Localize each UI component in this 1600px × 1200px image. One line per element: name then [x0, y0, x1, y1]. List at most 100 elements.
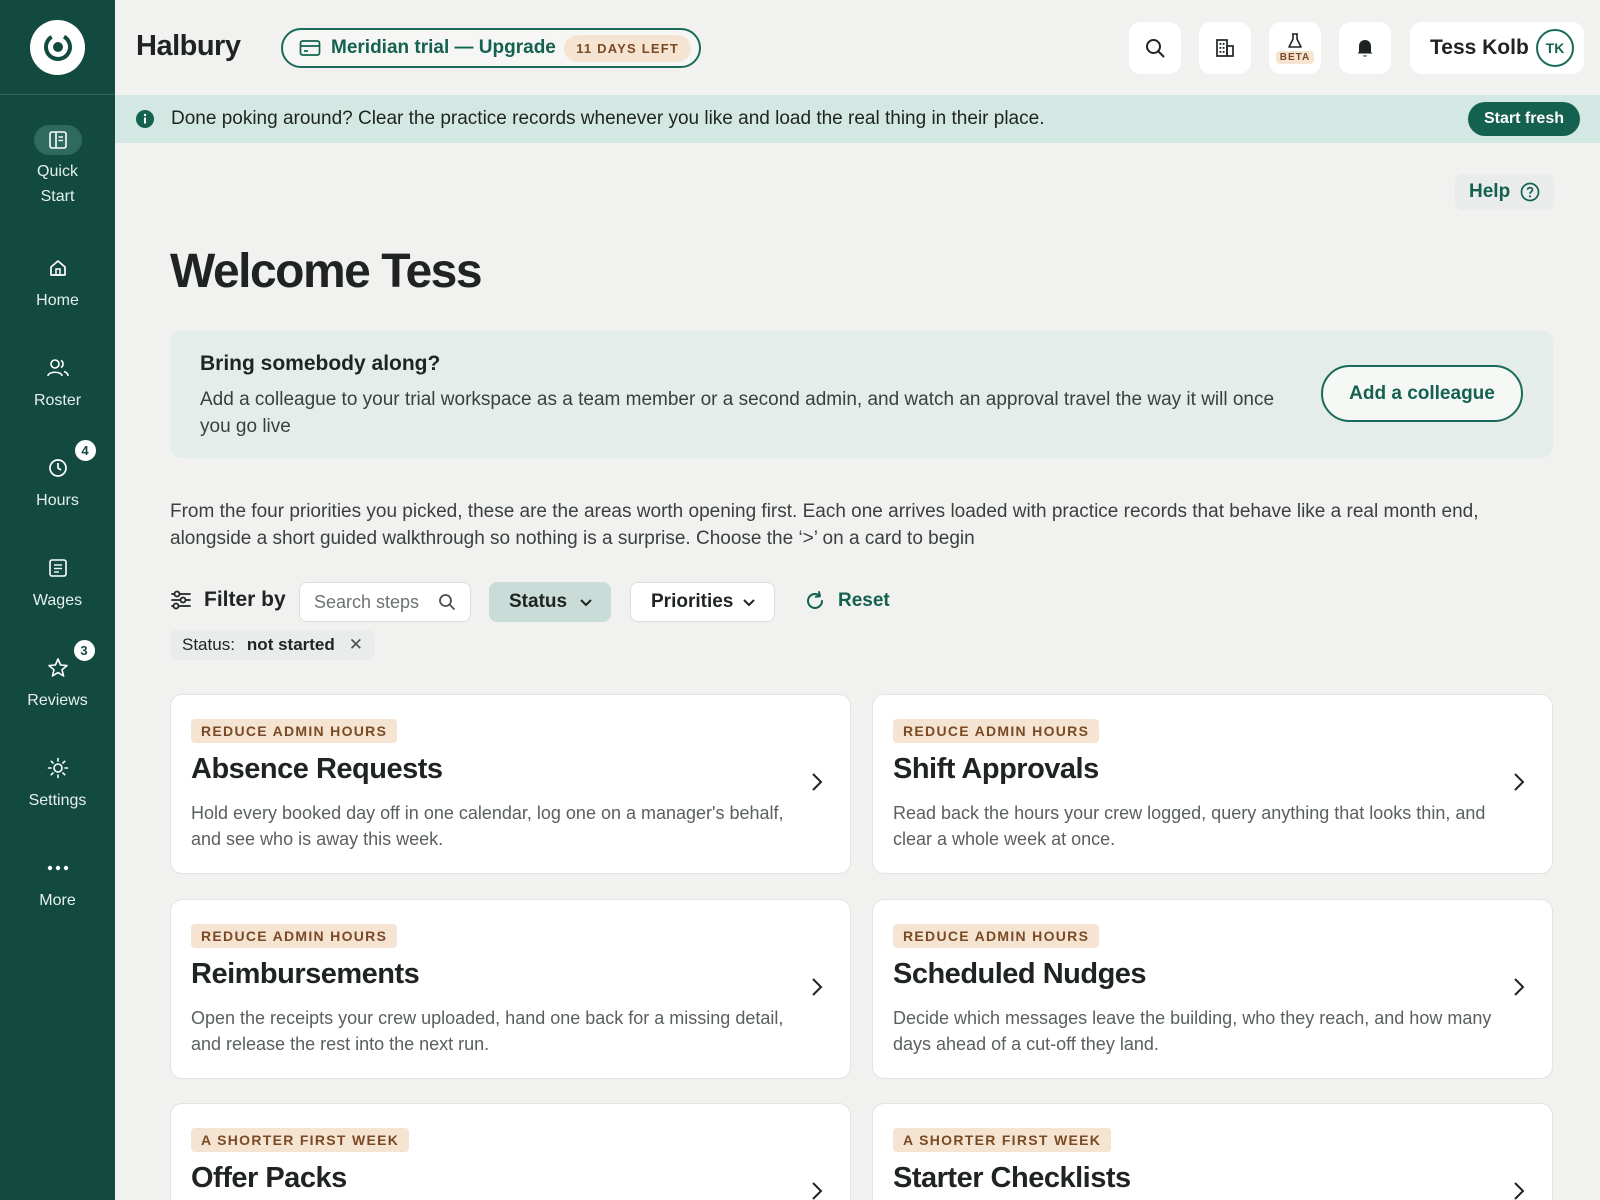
clock-icon: 4: [47, 438, 98, 484]
chevron-right-icon[interactable]: [810, 976, 824, 998]
sidebar-item-reviews[interactable]: 3 Reviews: [0, 638, 115, 713]
chevron-right-icon[interactable]: [1512, 1180, 1526, 1200]
sidebar-item-label: Wages: [32, 592, 83, 609]
beta-labs-button[interactable]: BETA: [1269, 22, 1321, 74]
building-icon: [1216, 39, 1234, 57]
chip-value: not started: [246, 635, 335, 654]
card-title: Starter Checklists: [893, 1162, 1131, 1194]
priorities-dropdown-label: Priorities: [651, 591, 734, 612]
sun-gear-icon: [46, 752, 70, 784]
sliders-icon: [171, 590, 191, 610]
chevron-down-icon: [743, 599, 755, 607]
step-card[interactable]: REDUCE ADMIN HOURS Scheduled Nudges Deci…: [872, 899, 1553, 1079]
remove-filter-close-icon[interactable]: ✕: [349, 635, 363, 655]
sidebar-item-home[interactable]: Home: [0, 252, 115, 313]
sidebar-item-more[interactable]: More: [0, 852, 115, 913]
invite-body: Add a colleague to your trial workspace …: [200, 389, 1275, 437]
chevron-down-icon: [580, 599, 592, 607]
card-description: Hold every booked day off in one calenda…: [191, 803, 784, 849]
chevron-right-icon[interactable]: [1512, 976, 1526, 998]
trial-upgrade-pill[interactable]: Meridian trial — Upgrade 11 DAYS LEFT: [281, 28, 701, 68]
search-icon: [439, 594, 455, 610]
sidebar-item-quick-start[interactable]: Quick Start: [0, 125, 115, 209]
invite-colleague-card: Bring somebody along? Add a colleague to…: [170, 330, 1553, 458]
card-tag: REDUCE ADMIN HOURS: [191, 924, 398, 948]
card-description: Open the receipts your crew uploaded, ha…: [191, 1008, 784, 1054]
logo-mark-icon: [43, 33, 72, 61]
notifications-button[interactable]: [1339, 22, 1391, 74]
home-icon: [47, 252, 69, 284]
bell-icon: [1357, 40, 1373, 57]
reviews-badge: 3: [71, 638, 97, 663]
sidebar-item-label: Home: [36, 292, 79, 309]
chip-key: Status:: [182, 635, 235, 654]
sidebar-item-label: Hours: [36, 492, 79, 509]
refresh-icon: [807, 591, 823, 609]
user-name: Tess Kolb: [1430, 36, 1529, 59]
search-button[interactable]: [1129, 22, 1181, 74]
trial-upgrade-label: Meridian trial — Upgrade: [331, 37, 556, 58]
sidebar-item-hours[interactable]: 4 Hours: [0, 438, 115, 513]
filter-by-label: Filter by: [170, 588, 286, 612]
hours-badge: 4: [72, 438, 98, 463]
card-description: Read back the hours your crew logged, qu…: [893, 803, 1486, 849]
reset-label: Reset: [838, 590, 890, 611]
credit-card-icon: [299, 40, 321, 56]
brand-name: Halbury: [136, 30, 241, 62]
sidebar-item-settings[interactable]: Settings: [0, 752, 115, 813]
chevron-right-icon[interactable]: [810, 771, 824, 793]
quick-start-icon: [33, 125, 82, 155]
app-logo[interactable]: [30, 19, 85, 75]
add-colleague-button[interactable]: Add a colleague: [1321, 365, 1523, 422]
chevron-right-icon[interactable]: [1512, 771, 1526, 793]
status-dropdown-label: Status: [509, 591, 568, 612]
card-tag: A SHORTER FIRST WEEK: [893, 1128, 1112, 1152]
help-button[interactable]: Help: [1455, 174, 1555, 210]
banner-text: Done poking around? Clear the practice r…: [171, 108, 1045, 129]
status-dropdown[interactable]: Status: [489, 582, 611, 622]
start-fresh-button[interactable]: Start fresh: [1467, 102, 1580, 136]
sidebar-item-label: Settings: [28, 792, 87, 809]
card-tag: REDUCE ADMIN HOURS: [893, 719, 1100, 743]
trial-days-left-badge: 11 DAYS LEFT: [564, 34, 691, 62]
sidebar-item-roster[interactable]: Roster: [0, 352, 115, 413]
question-circle-icon: [1520, 182, 1540, 202]
step-card[interactable]: A SHORTER FIRST WEEK Starter Checklists: [872, 1103, 1553, 1200]
step-card[interactable]: REDUCE ADMIN HOURS Absence Requests Hold…: [170, 694, 851, 874]
logo-area: [0, 0, 115, 95]
sidebar: Quick Start Home Roster 4 Hours Wages 3 …: [0, 0, 115, 1200]
step-card[interactable]: A SHORTER FIRST WEEK Offer Packs: [170, 1103, 851, 1200]
sidebar-item-label: Reviews: [27, 692, 88, 709]
avatar: TK: [1536, 29, 1574, 67]
card-description: Decide which messages leave the building…: [893, 1008, 1492, 1054]
search-icon: [1146, 39, 1165, 58]
people-icon: [46, 352, 70, 384]
help-label: Help: [1469, 181, 1511, 202]
card-title: Absence Requests: [191, 753, 443, 785]
more-dots-icon: [46, 852, 70, 884]
sidebar-item-label: Quick Start: [37, 163, 78, 205]
card-title: Shift Approvals: [893, 753, 1099, 785]
step-card[interactable]: REDUCE ADMIN HOURS Reimbursements Open t…: [170, 899, 851, 1079]
chevron-right-icon[interactable]: [810, 1180, 824, 1200]
info-banner: Done poking around? Clear the practice r…: [115, 95, 1600, 143]
user-menu-button[interactable]: Tess Kolb TK: [1410, 22, 1584, 74]
card-tag: REDUCE ADMIN HOURS: [191, 719, 398, 743]
step-card[interactable]: REDUCE ADMIN HOURS Shift Approvals Read …: [872, 694, 1553, 874]
sidebar-item-label: More: [39, 892, 76, 909]
reset-filters-button[interactable]: Reset: [804, 590, 890, 612]
card-tag: REDUCE ADMIN HOURS: [893, 924, 1100, 948]
card-title: Reimbursements: [191, 958, 420, 990]
flask-icon: [1288, 33, 1302, 48]
card-title: Scheduled Nudges: [893, 958, 1147, 990]
search-steps-input[interactable]: [314, 591, 434, 613]
filter-by-text: Filter by: [204, 588, 286, 611]
beta-badge: BETA: [1275, 51, 1315, 64]
priorities-dropdown[interactable]: Priorities: [630, 582, 775, 622]
document-icon: [47, 552, 69, 584]
invite-title: Bring somebody along?: [200, 352, 441, 375]
company-button[interactable]: [1199, 22, 1251, 74]
sidebar-item-label: Roster: [33, 392, 82, 409]
sidebar-item-wages[interactable]: Wages: [0, 552, 115, 613]
search-steps-field[interactable]: [299, 582, 471, 622]
